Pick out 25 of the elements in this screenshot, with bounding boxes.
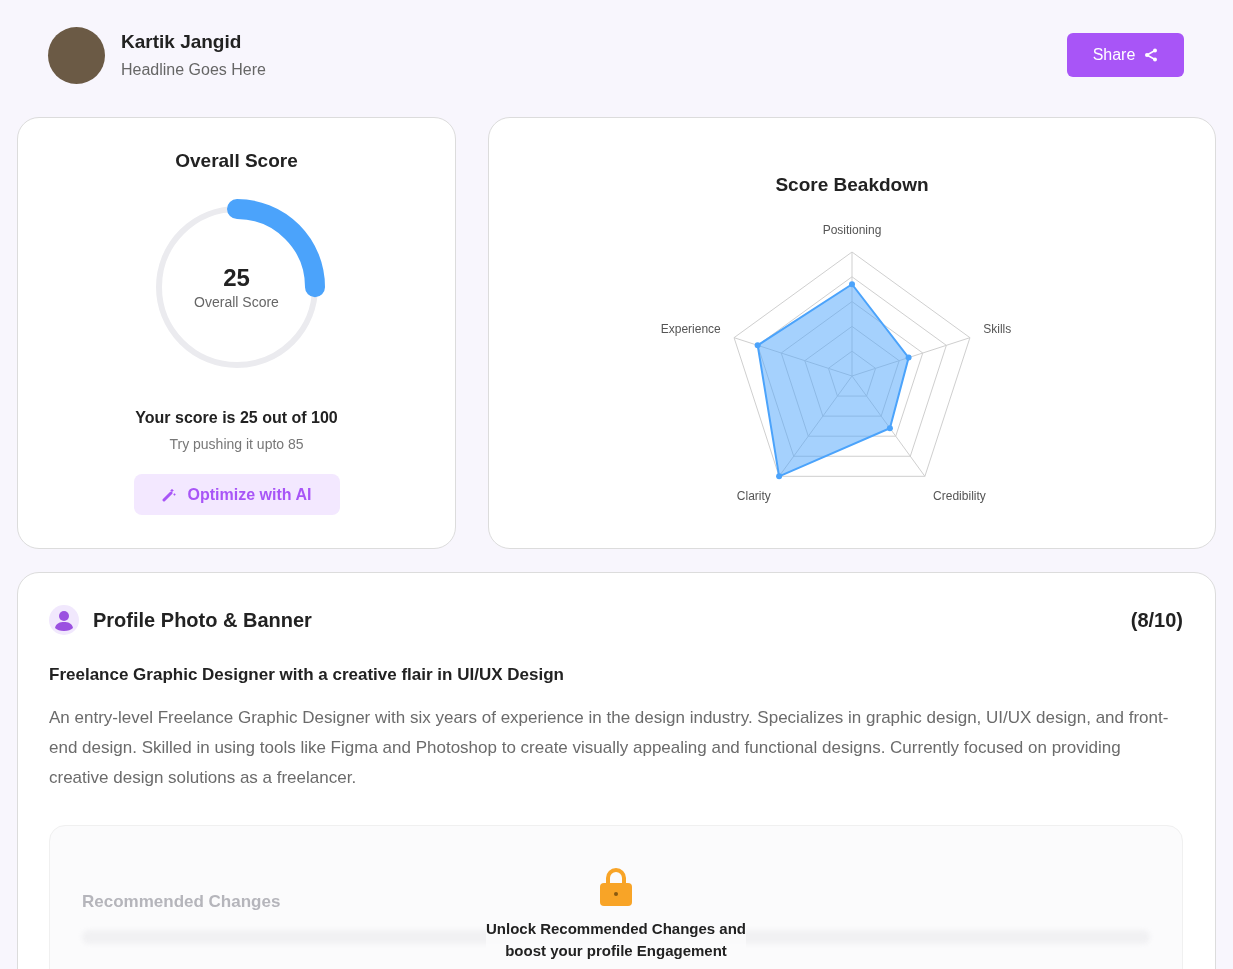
- lock-icon: [599, 868, 633, 906]
- optimize-button[interactable]: Optimize with AI: [133, 474, 340, 515]
- axis-label: Positioning: [822, 223, 882, 237]
- score-caption: Overall Score: [194, 294, 279, 310]
- profile-name: Kartik Jangid: [121, 31, 243, 53]
- section-subtitle: Freelance Graphic Designer with a creative flair in UI/UX Design: [49, 665, 565, 685]
- share-icon: [1144, 48, 1159, 62]
- section-score: (8/10): [1130, 608, 1183, 632]
- axis-label: Credibility: [933, 488, 986, 503]
- axis-label: Skills: [983, 322, 1012, 337]
- section-description: An entry-level Freelance Graphic Designer with six years of experience in the design industry. Specializes in graphic design, UI/UX design, and front-end design. Skilled in using tools like Figma and Photoshop to create visually appealing and functional designs. Currently focused on providing creative design solutions as a freelancer.: [49, 707, 1170, 789]
- locked-heading: Recommended Changes: [82, 892, 282, 912]
- card-title: Overall Score: [175, 150, 298, 172]
- score-value: 25: [223, 264, 250, 292]
- profile-headline: Headline Goes Here: [121, 61, 266, 79]
- axis-label: Experience: [660, 322, 721, 337]
- share-button[interactable]: Share: [1067, 33, 1184, 77]
- score-summary: Your score is 25 out of 100: [135, 409, 338, 427]
- user-icon: [49, 605, 79, 635]
- magic-wand-icon: [161, 487, 176, 502]
- avatar: [48, 26, 105, 84]
- score-hint: Try pushing it upto 85: [169, 436, 304, 452]
- section-title: Profile Photo & Banner: [93, 608, 312, 632]
- axis-label: Clarity: [736, 488, 771, 503]
- card-title: Score Beakdown: [775, 174, 929, 196]
